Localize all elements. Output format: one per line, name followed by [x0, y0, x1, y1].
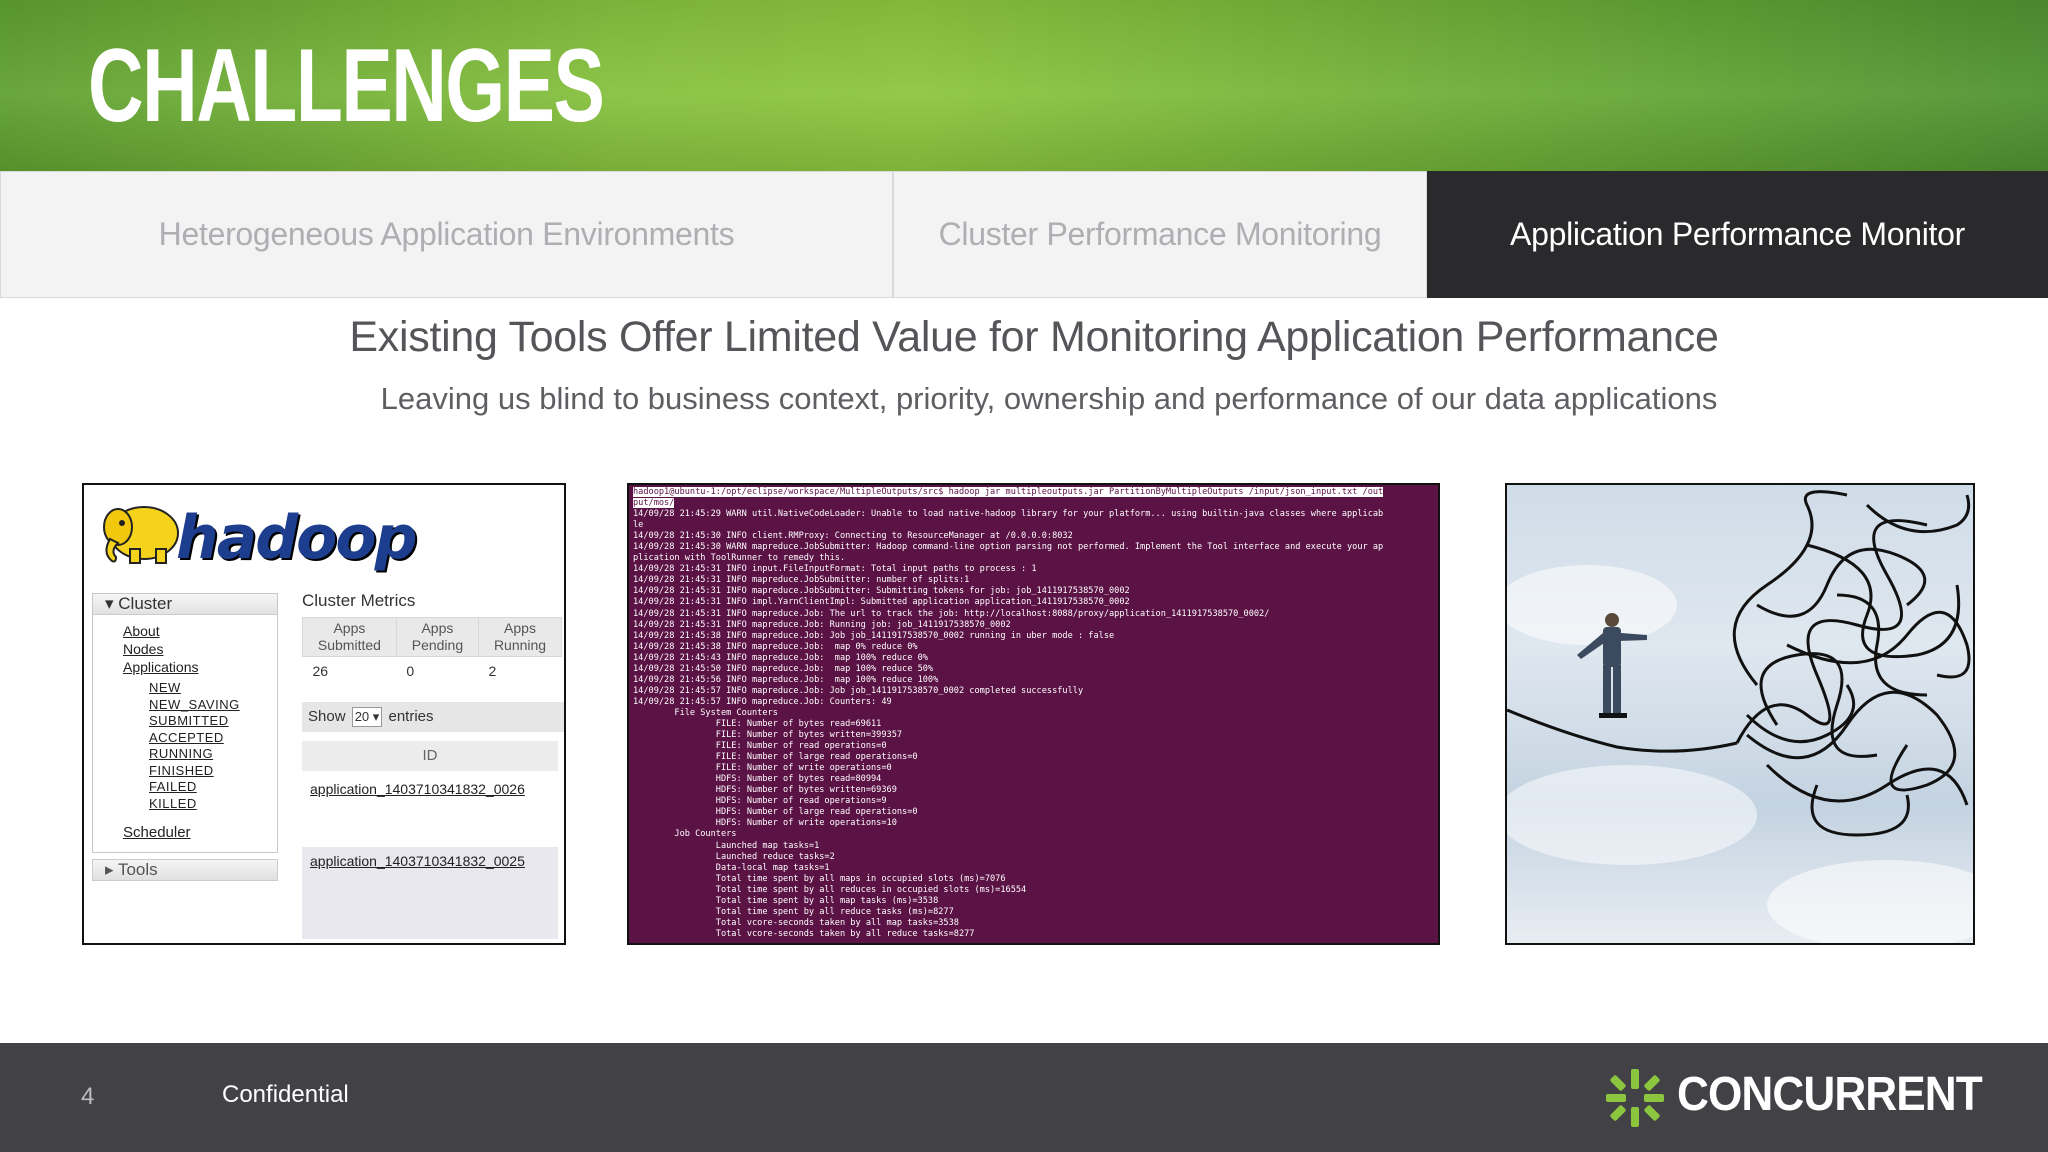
terminal-line: Total time spent by all reduces in occup…	[715, 884, 1027, 895]
terminal-line: Data-local map tasks=1	[715, 862, 830, 873]
terminal-line: HDFS: Number of write operations=10	[715, 818, 897, 829]
terminal-line: Total vcore-seconds taken by all reduce …	[633, 928, 975, 939]
terminal-line: 14/09/28 21:45:31 INFO mapreduce.JobSubm…	[633, 575, 970, 586]
cluster-nav-header[interactable]: ▾ Cluster	[93, 594, 277, 615]
headline: Existing Tools Offer Limited Value for M…	[349, 313, 1719, 361]
terminal-line: FILE: Number of bytes read=69611	[715, 718, 882, 729]
header-banner: CHALLENGES	[0, 0, 2048, 171]
terminal-line: 14/09/28 21:45:30 WARN mapreduce.JobSubm…	[633, 542, 1384, 553]
slide-title: CHALLENGES	[88, 28, 605, 144]
terminal-line: 14/09/28 21:45:30 INFO client.RMProxy: C…	[633, 531, 1073, 542]
entries-select[interactable]: 20 ▾	[351, 707, 383, 727]
terminal-prompt: hadoop1@ubuntu-1:/opt/eclipse/workspace/…	[633, 487, 944, 497]
app-row[interactable]: application_1403710341832_0025	[302, 847, 558, 939]
terminal-line: 14/09/28 21:45:31 INFO mapreduce.Job: Ru…	[633, 619, 1011, 630]
page-number: 4	[81, 1083, 95, 1110]
concurrent-logo-text: CONCURRENT	[1677, 1068, 1983, 1121]
terminal-line: 14/09/28 21:45:29 WARN util.NativeCodeLo…	[633, 509, 1384, 520]
concurrent-logo-icon	[1606, 1069, 1664, 1127]
hadoop-logo-text: hadoop	[176, 503, 418, 573]
metrics-value-submitted: 26	[312, 663, 329, 679]
cluster-metrics-title: Cluster Metrics	[302, 591, 416, 610]
terminal-line: FILE: Number of large read operations=0	[715, 752, 918, 763]
terminal-line: 14/09/28 21:45:57 INFO mapreduce.Job: Co…	[633, 696, 892, 707]
subheadline: Leaving us blind to business context, pr…	[380, 381, 1718, 416]
link-killed[interactable]: KILLED	[149, 796, 240, 813]
terminal-line: FILE: Number of read operations=0	[715, 741, 887, 752]
terminal-line: 14/09/28 21:45:50 INFO mapreduce.Job: ma…	[633, 663, 934, 674]
cluster-metrics-table: Apps Submitted Apps Pending Apps Running…	[302, 617, 562, 685]
tightrope-photo	[1505, 483, 1975, 945]
link-submitted[interactable]: SUBMITTED	[149, 713, 240, 730]
link-new[interactable]: NEW	[149, 680, 240, 697]
terminal-line: Total vcore-seconds taken by all map tas…	[715, 917, 959, 928]
link-failed[interactable]: FAILED	[149, 779, 240, 796]
tab-application-monitor[interactable]: Application Performance Monitor	[1427, 171, 2048, 298]
terminal-line: 14/09/28 21:45:31 INFO mapreduce.JobSubm…	[633, 586, 1130, 597]
tab-heterogeneous-environments[interactable]: Heterogeneous Application Environments	[0, 171, 893, 298]
tab-cluster-monitoring[interactable]: Cluster Performance Monitoring	[893, 171, 1427, 298]
link-scheduler[interactable]: Scheduler	[123, 824, 191, 841]
metrics-value-pending: 0	[406, 663, 415, 679]
link-applications[interactable]: Applications	[123, 658, 199, 676]
link-accepted[interactable]: ACCEPTED	[149, 730, 240, 747]
show-label: Show	[308, 708, 346, 725]
link-finished[interactable]: FINISHED	[149, 763, 240, 780]
terminal-line: 14/09/28 21:45:43 INFO mapreduce.Job: ma…	[633, 652, 928, 663]
terminal-line: HDFS: Number of large read operations=0	[715, 807, 918, 818]
tangled-rope-illustration	[1507, 490, 1973, 943]
cluster-links: About Nodes Applications	[123, 622, 199, 676]
terminal-line: le	[633, 520, 644, 531]
cluster-nav-box: ▾ Cluster About Nodes Applications NEW N…	[92, 593, 278, 853]
terminal-line: FILE: Number of write operations=0	[715, 763, 892, 774]
entries-label: entries	[388, 708, 434, 725]
metrics-header-pending: Apps Pending	[395, 617, 480, 657]
terminal-line: Total time spent by all reduce tasks (ms…	[715, 906, 954, 917]
chevron-down-icon: ▾	[372, 709, 380, 724]
terminal-line: 14/09/28 21:45:38 INFO mapreduce.Job: ma…	[633, 641, 918, 652]
terminal-line: File System Counters	[674, 707, 778, 718]
confidential-label: Confidential	[222, 1081, 349, 1108]
id-column-header[interactable]: ID	[302, 741, 558, 771]
cluster-label: Cluster	[118, 594, 173, 613]
terminal-line: 14/09/28 21:45:31 INFO input.FileInputFo…	[633, 564, 1037, 575]
application-state-links: NEW NEW_SAVING SUBMITTED ACCEPTED RUNNIN…	[149, 680, 240, 812]
terminal-line: 14/09/28 21:45:57 INFO mapreduce.Job: Jo…	[633, 685, 1084, 696]
terminal-line: Total time spent by all map tasks (ms)=3…	[715, 895, 939, 906]
terminal-image: hadoop1@ubuntu-1:/opt/eclipse/workspace/…	[627, 483, 1440, 945]
terminal-line: 14/09/28 21:45:31 INFO mapreduce.Job: Th…	[633, 608, 1270, 619]
terminal-line: 14/09/28 21:45:31 INFO impl.YarnClientIm…	[633, 597, 1130, 608]
metrics-header-running: Apps Running	[478, 617, 562, 657]
terminal-line: HDFS: Number of read operations=9	[715, 796, 887, 807]
link-nodes[interactable]: Nodes	[123, 640, 199, 658]
link-new-saving[interactable]: NEW_SAVING	[149, 697, 240, 714]
metrics-header-submitted: Apps Submitted	[302, 617, 397, 657]
footer: 4 Confidential CONCURRENT	[0, 1043, 2048, 1152]
terminal-line: FILE: Number of bytes written=399357	[715, 730, 903, 741]
app-row[interactable]: application_1403710341832_0026	[302, 775, 558, 843]
terminal-line: HDFS: Number of bytes read=80994	[715, 774, 882, 785]
show-entries-row: Show 20 ▾ entries	[302, 702, 564, 732]
tools-label: Tools	[117, 860, 158, 879]
terminal-line: Job Counters	[674, 829, 737, 840]
terminal-line: Total time spent by all maps in occupied…	[715, 873, 1006, 884]
hadoop-ui-image: hadoop ▾ Cluster About Nodes Application…	[82, 483, 566, 945]
tab-bar: Heterogeneous Application Environments C…	[0, 171, 2048, 299]
link-running[interactable]: RUNNING	[149, 746, 240, 763]
link-about[interactable]: About	[123, 622, 199, 640]
terminal-line: HDFS: Number of bytes written=69369	[715, 785, 897, 796]
terminal-line: Launched reduce tasks=2	[715, 851, 835, 862]
terminal-line: 14/09/28 21:45:38 INFO mapreduce.Job: Jo…	[633, 630, 1115, 641]
terminal-line: plication with ToolRunner to remedy this…	[633, 553, 846, 564]
tools-nav-header[interactable]: ▸ Tools	[92, 859, 278, 881]
terminal-output: hadoop1@ubuntu-1:/opt/eclipse/workspace/…	[629, 485, 1438, 942]
entries-select-value: 20	[354, 709, 370, 724]
terminal-line: Launched map tasks=1	[715, 840, 820, 851]
id-header-label: ID	[422, 747, 438, 764]
terminal-log-lines: 14/09/28 21:45:29 WARN util.NativeCodeLo…	[633, 509, 1383, 939]
metrics-value-running: 2	[488, 663, 497, 679]
hadoop-elephant-icon	[103, 506, 179, 564]
terminal-line: 14/09/28 21:45:56 INFO mapreduce.Job: ma…	[633, 674, 939, 685]
